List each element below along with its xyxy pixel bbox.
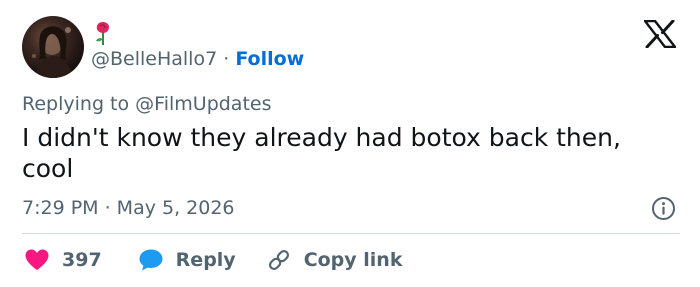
separator-dot: · [223, 48, 230, 70]
rose-emoji [96, 22, 109, 45]
avatar-photo [32, 26, 72, 78]
replying-to: Replying to @FilmUpdates [22, 92, 272, 116]
author-handle[interactable]: @BelleHallo7 [91, 48, 217, 70]
user-avatar[interactable] [22, 16, 84, 78]
author-row: @BelleHallo7 · Follow [91, 47, 304, 71]
replying-prefix: Replying to [22, 93, 130, 115]
follow-button[interactable]: Follow [235, 48, 304, 70]
speech-bubble-icon [139, 249, 163, 271]
reply-label: Reply [175, 249, 236, 271]
link-icon [268, 249, 289, 271]
x-logo-icon[interactable] [644, 20, 676, 48]
like-button[interactable]: 397 [24, 248, 102, 272]
divider [22, 233, 680, 234]
copy-link-button[interactable]: Copy link [266, 248, 403, 272]
info-icon[interactable] [651, 196, 676, 221]
tweet-timestamp[interactable]: 7:29 PM · May 5, 2026 [22, 196, 235, 220]
action-bar: 397 Reply Copy link [24, 245, 402, 275]
reply-button[interactable]: Reply [138, 248, 236, 272]
copy-link-label: Copy link [303, 249, 403, 271]
reply-mention-link[interactable]: @FilmUpdates [135, 93, 271, 115]
like-count: 397 [62, 249, 102, 271]
tweet-text: I didn't know they already had botox bac… [22, 123, 621, 183]
heart-icon [25, 249, 49, 270]
